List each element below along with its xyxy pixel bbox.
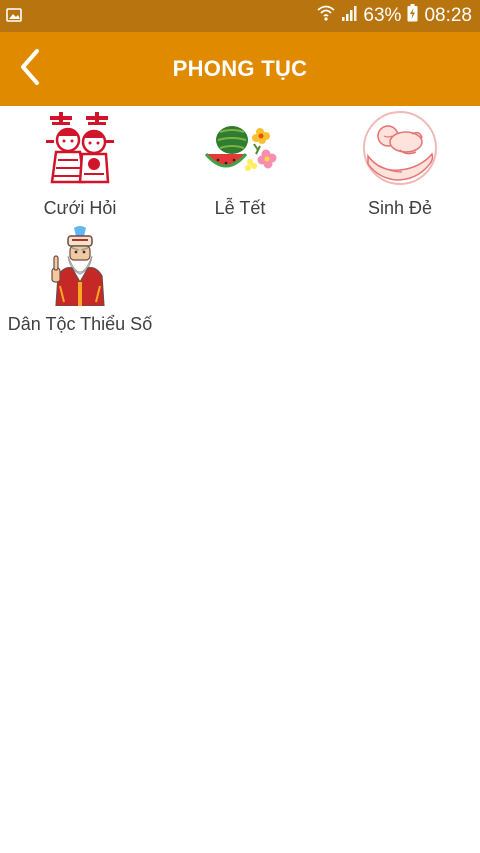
category-label: Sinh Đẻ bbox=[367, 198, 433, 218]
category-childbirth[interactable]: Sinh Đẻ bbox=[320, 106, 480, 222]
category-wedding[interactable]: Cưới Hỏi bbox=[0, 106, 160, 222]
clock: 08:28 bbox=[424, 5, 472, 26]
battery-percent: 63% bbox=[363, 5, 402, 26]
image-notification-icon bbox=[6, 7, 22, 23]
baby-in-hands-icon bbox=[360, 110, 440, 190]
category-holidays[interactable]: Lễ Tết bbox=[160, 106, 320, 222]
wedding-couple-icon bbox=[40, 110, 120, 190]
category-label: Lễ Tết bbox=[214, 198, 266, 218]
category-label: Cưới Hỏi bbox=[43, 198, 117, 218]
app-bar: PHONG TỤC bbox=[0, 32, 480, 106]
watermelon-flowers-icon bbox=[200, 110, 280, 190]
wifi-icon bbox=[317, 3, 336, 29]
status-bar: 63% 08:28 bbox=[0, 0, 480, 32]
category-label: Dân Tộc Thiểu Số bbox=[7, 314, 153, 334]
page-title: PHONG TỤC bbox=[172, 56, 308, 81]
signal-icon bbox=[341, 4, 357, 28]
category-ethnic-minorities[interactable]: Dân Tộc Thiểu Số bbox=[0, 222, 160, 338]
ethnic-elder-icon bbox=[40, 226, 120, 307]
battery-charging-icon bbox=[407, 4, 418, 28]
